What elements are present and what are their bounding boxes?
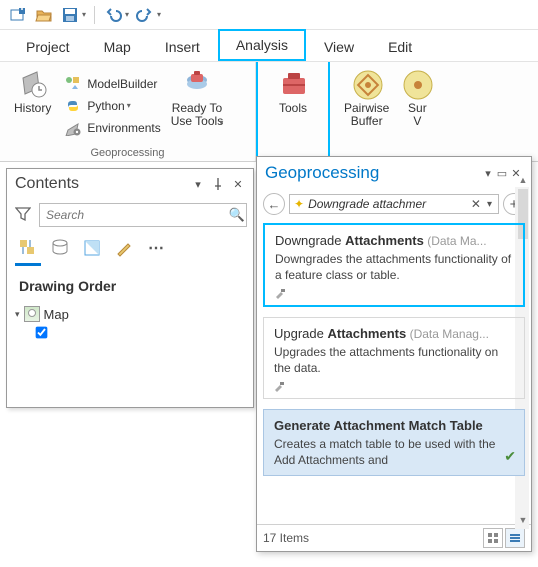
contents-title: Contents [15,175,185,193]
list-by-editing-icon[interactable] [113,237,135,259]
save-dropdown-icon[interactable]: ▾ [82,10,86,19]
contents-section-title: Drawing Order [7,272,253,304]
contents-view-switcher: ⋯ [7,231,253,263]
tools-button[interactable]: Tools [266,66,320,143]
more-views-icon[interactable]: ⋯ [145,237,167,259]
quick-access-toolbar: ▾ ▾ ▾ [0,0,538,30]
result-title: Generate Attachment Match Table [274,418,514,433]
python-button[interactable]: Python ▾ [61,96,164,116]
group-label-geoprocessing: Geoprocessing [8,147,247,159]
geo-dock-icon[interactable]: ▭ [495,166,509,180]
ready-label: Ready ToUse Tools▾ [171,102,224,128]
result-card-generate-match[interactable]: Generate Attachment Match Table Creates … [263,409,525,475]
geoprocessing-title: Geoprocessing [265,163,481,183]
grid-view-button[interactable] [483,528,503,548]
contents-close-icon[interactable]: ✕ [231,177,245,191]
sparkle-icon: ✦ [294,197,304,211]
environments-label: Environments [87,121,160,135]
modelbuilder-icon [65,76,81,92]
summarize-button[interactable]: SurV [395,66,439,145]
ribbon: History ModelBuilder Python ▾ [0,62,538,162]
summarize-label: SurV [408,102,427,128]
tab-edit[interactable]: Edit [372,33,428,61]
geo-search-text: Downgrade attachmer [308,197,467,211]
tools-icon [277,68,309,100]
separator [94,6,95,24]
list-by-source-icon[interactable] [49,237,71,259]
result-desc: Upgrades the attachments functionality o… [274,345,514,376]
tab-map[interactable]: Map [88,33,147,61]
collapse-icon[interactable]: ▾ [15,309,20,320]
ribbon-tabs: Project Map Insert Analysis View Edit [0,30,538,62]
tools-label: Tools [279,102,307,115]
tree-row-child[interactable] [7,324,253,341]
save-icon[interactable] [60,5,80,25]
undo-dropdown-icon[interactable]: ▾ [125,10,129,19]
python-label: Python [87,99,124,113]
success-check-icon: ✔ [504,448,516,465]
tool-icon [272,380,286,394]
list-view-button[interactable] [505,528,525,548]
summarize-icon [401,68,433,100]
geo-footer: 17 Items [257,524,531,551]
contents-search-input[interactable] [39,203,247,227]
search-dropdown-icon[interactable]: ▾ [485,199,494,210]
tool-icon [273,287,287,301]
contents-menu-icon[interactable]: ▾ [191,177,205,191]
geo-menu-icon[interactable]: ▾ [481,166,495,180]
result-desc: Creates a match table to be used with th… [274,437,514,468]
clear-search-icon[interactable]: ✕ [471,197,481,211]
undo-icon[interactable] [103,5,123,25]
result-title: Upgrade Attachments (Data Manag... [274,326,514,341]
workspace: Contents ▾ ✕ 🔍 [0,162,538,567]
tree-map-label: Map [44,307,69,322]
python-icon [65,98,81,114]
ready-to-use-tools-icon [181,68,213,100]
list-by-selection-icon[interactable] [81,237,103,259]
environments-button[interactable]: Environments [61,118,164,138]
results-count: 17 Items [263,531,309,545]
history-icon [17,68,49,100]
layer-visibility-checkbox[interactable] [36,327,48,339]
scroll-up-icon[interactable]: ▲ [518,175,528,187]
open-project-icon[interactable] [34,5,54,25]
python-dropdown-icon[interactable]: ▾ [127,101,131,110]
pairwise-buffer-icon [351,68,383,100]
tab-insert[interactable]: Insert [149,33,216,61]
contents-pane: Contents ▾ ✕ 🔍 [6,168,254,408]
contents-pin-icon[interactable] [211,177,225,191]
history-label: History [14,102,51,115]
history-button[interactable]: History [8,66,57,145]
tree-row-map[interactable]: ▾ Map [7,304,253,324]
geoprocessing-pane: Geoprocessing ▾ ▭ ✕ ← ✦ Downgrade attach… [256,156,532,552]
tab-view[interactable]: View [308,33,370,61]
scroll-down-icon[interactable]: ▼ [518,515,528,527]
result-title: Downgrade Attachments (Data Ma... [275,233,513,248]
tab-analysis[interactable]: Analysis [218,29,306,61]
filter-icon[interactable] [15,206,33,224]
modelbuilder-label: ModelBuilder [87,77,157,91]
result-card-downgrade[interactable]: Downgrade Attachments (Data Ma... Downgr… [263,223,525,307]
redo-icon[interactable] [135,5,155,25]
geo-search-field[interactable]: ✦ Downgrade attachmer ✕ ▾ [289,194,499,214]
result-card-upgrade[interactable]: Upgrade Attachments (Data Manag... Upgra… [263,317,525,399]
tab-project[interactable]: Project [10,33,86,61]
back-button[interactable]: ← [263,193,285,215]
modelbuilder-button[interactable]: ModelBuilder [61,74,164,94]
redo-dropdown-icon[interactable]: ▾ [157,10,161,19]
search-icon: 🔍 [229,207,245,223]
map-icon [24,306,40,322]
ready-to-use-tools-button[interactable]: Ready ToUse Tools▾ [165,66,230,145]
result-desc: Downgrades the attachments functionality… [275,252,513,283]
results-list: Downgrade Attachments (Data Ma... Downgr… [257,219,531,524]
new-project-icon[interactable] [8,5,28,25]
active-view-indicator [15,263,41,266]
list-by-drawing-order-icon[interactable] [17,237,39,259]
environments-icon [65,120,81,136]
pairwise-label: PairwiseBuffer [344,102,389,128]
pairwise-buffer-button[interactable]: PairwiseBuffer [338,66,395,145]
